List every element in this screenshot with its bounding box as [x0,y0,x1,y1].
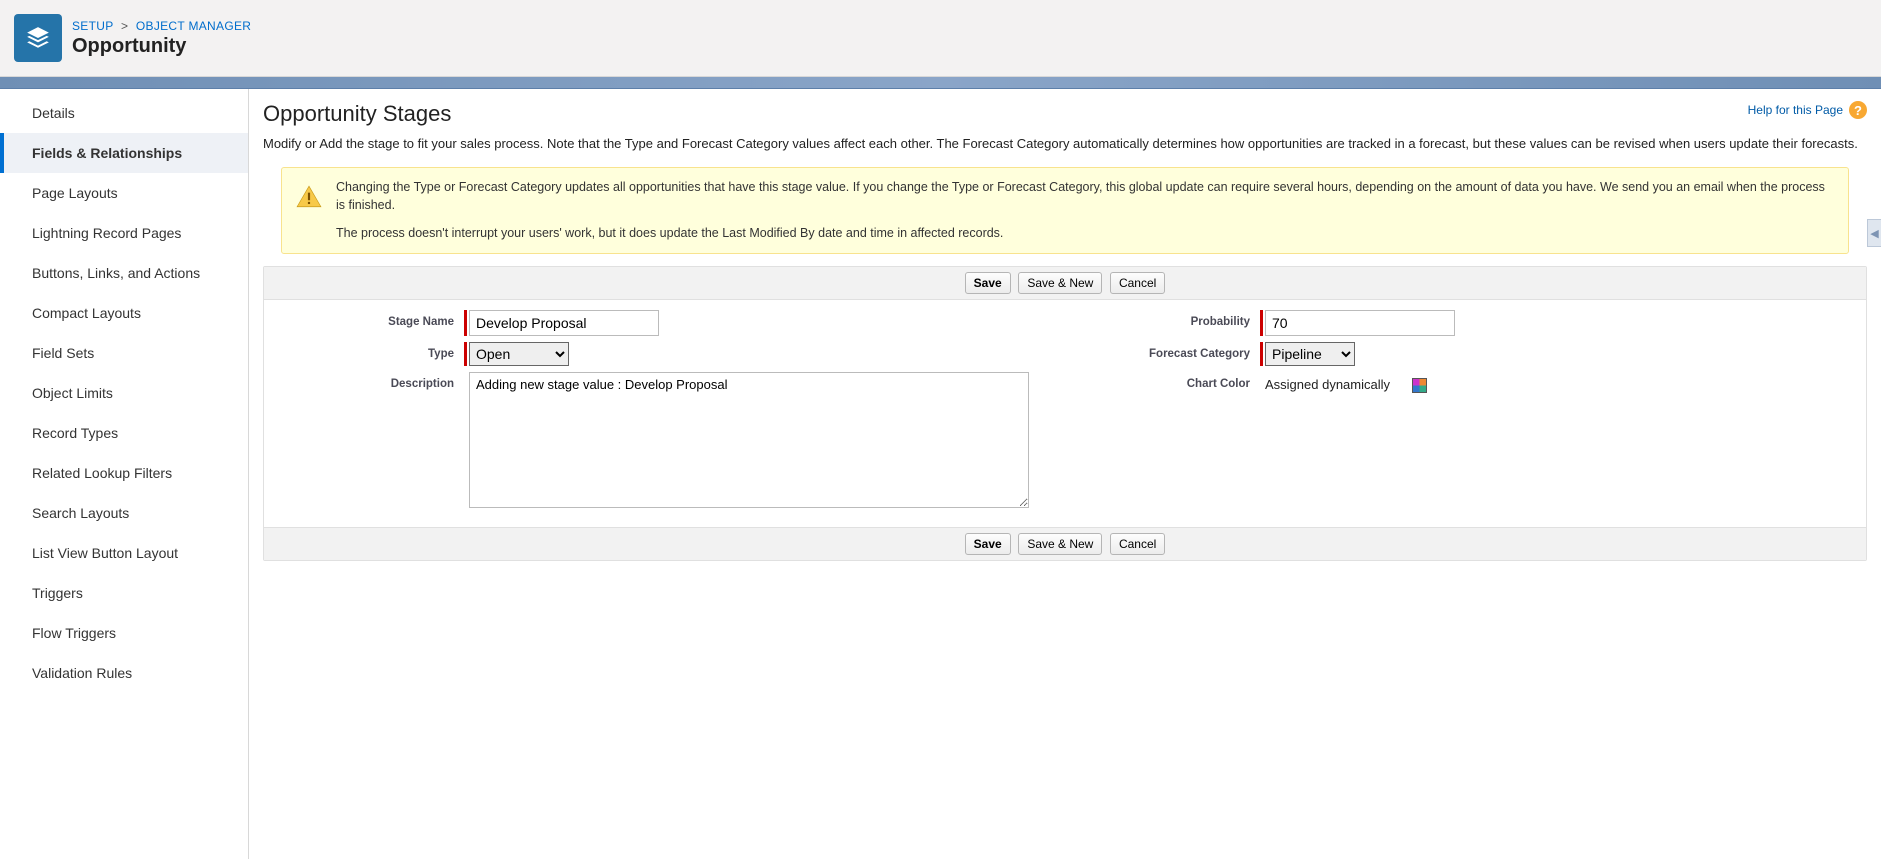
breadcrumb-separator: > [121,19,128,33]
sidebar-item-page-layouts[interactable]: Page Layouts [0,173,248,213]
sidebar-item-buttons-links-and-actions[interactable]: Buttons, Links, and Actions [0,253,248,293]
forecast-category-select[interactable]: Pipeline [1265,342,1355,366]
save-new-button[interactable]: Save & New [1018,272,1102,294]
save-new-button-bottom[interactable]: Save & New [1018,533,1102,555]
button-bar-bottom: Save Save & New Cancel [264,527,1866,560]
row-description: Description [284,372,1050,511]
label-description: Description [284,372,464,390]
warning-body: Changing the Type or Forecast Category u… [336,178,1834,242]
breadcrumb-object-manager[interactable]: OBJECT MANAGER [136,19,251,33]
label-forecast-category: Forecast Category [1080,342,1260,360]
save-button[interactable]: Save [965,272,1011,294]
required-indicator [1260,342,1263,366]
intro-text: Modify or Add the stage to fit your sale… [263,135,1867,153]
collapse-tab[interactable]: ◀ [1867,219,1881,247]
row-type: Type Open [284,342,1050,366]
row-chart-color: Chart Color Assigned dynamically [1080,372,1846,393]
warning-icon [296,184,322,210]
sidebar-item-list-view-button-layout[interactable]: List View Button Layout [0,533,248,573]
sidebar-item-compact-layouts[interactable]: Compact Layouts [0,293,248,333]
breadcrumb: SETUP > OBJECT MANAGER [72,19,251,33]
help-link[interactable]: Help for this Page [1748,103,1843,117]
cancel-button[interactable]: Cancel [1110,272,1165,294]
sidebar-item-record-types[interactable]: Record Types [0,413,248,453]
row-stage-name: Stage Name [284,310,1050,336]
page-object-title: Opportunity [72,35,251,58]
label-stage-name: Stage Name [284,310,464,328]
row-forecast-category: Forecast Category Pipeline [1080,342,1846,366]
description-textarea[interactable] [469,372,1029,508]
layers-icon [25,25,51,51]
label-type: Type [284,342,464,360]
color-picker-icon[interactable] [1412,378,1427,393]
form-body: Stage Name Type Open [264,300,1866,527]
page-title: Opportunity Stages [263,101,451,127]
label-chart-color: Chart Color [1080,372,1260,390]
required-indicator [1260,310,1263,336]
sidebar-item-lightning-record-pages[interactable]: Lightning Record Pages [0,213,248,253]
sidebar-item-triggers[interactable]: Triggers [0,573,248,613]
required-indicator [464,310,467,336]
sidebar-item-search-layouts[interactable]: Search Layouts [0,493,248,533]
warning-text-1: Changing the Type or Forecast Category u… [336,178,1834,214]
object-icon [14,14,62,62]
help-link-wrap: Help for this Page ? [1748,101,1867,119]
required-indicator [464,342,467,366]
sidebar-item-fields-relationships[interactable]: Fields & Relationships [0,133,248,173]
sidebar-item-field-sets[interactable]: Field Sets [0,333,248,373]
header-text: SETUP > OBJECT MANAGER Opportunity [72,19,251,58]
probability-input[interactable] [1265,310,1455,336]
sidebar: DetailsFields & RelationshipsPage Layout… [0,89,249,859]
sidebar-item-flow-triggers[interactable]: Flow Triggers [0,613,248,653]
warning-text-2: The process doesn't interrupt your users… [336,224,1834,242]
form-wrap: Save Save & New Cancel Stage Name [263,266,1867,561]
breadcrumb-setup[interactable]: SETUP [72,19,113,33]
sidebar-item-related-lookup-filters[interactable]: Related Lookup Filters [0,453,248,493]
chart-color-value: Assigned dynamically [1265,372,1390,392]
sidebar-item-validation-rules[interactable]: Validation Rules [0,653,248,693]
save-button-bottom[interactable]: Save [965,533,1011,555]
sidebar-item-object-limits[interactable]: Object Limits [0,373,248,413]
warning-box: Changing the Type or Forecast Category u… [281,167,1849,253]
header-bar: SETUP > OBJECT MANAGER Opportunity [0,0,1881,77]
decorative-strip [0,77,1881,89]
help-icon[interactable]: ? [1849,101,1867,119]
content-area: Opportunity Stages Help for this Page ? … [249,89,1881,859]
label-probability: Probability [1080,310,1260,328]
button-bar-top: Save Save & New Cancel [264,267,1866,300]
type-select[interactable]: Open [469,342,569,366]
stage-name-input[interactable] [469,310,659,336]
spacer [1260,372,1263,393]
cancel-button-bottom[interactable]: Cancel [1110,533,1165,555]
spacer [464,372,467,511]
sidebar-item-details[interactable]: Details [0,93,248,133]
row-probability: Probability [1080,310,1846,336]
